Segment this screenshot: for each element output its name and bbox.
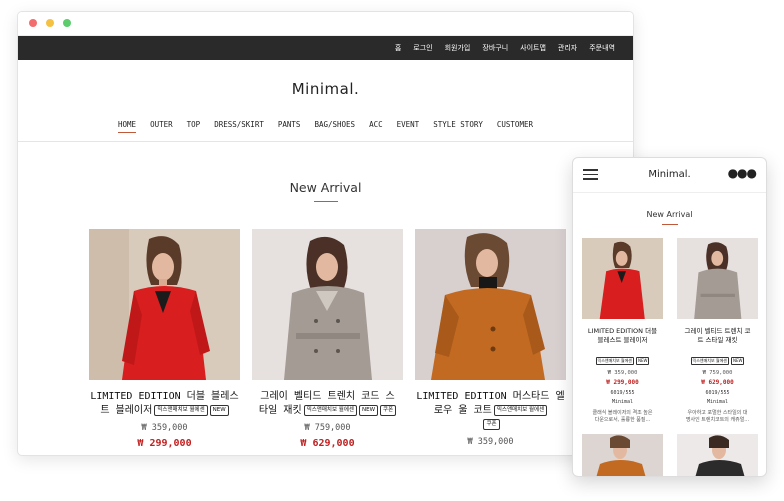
product-price: ₩ 759,000 xyxy=(304,423,351,433)
main-navigation: HOME OUTER TOP DRESS/SKIRT PANTS BAG/SHO… xyxy=(18,112,633,142)
mobile-section-title-underline xyxy=(661,224,678,225)
close-window-dot[interactable] xyxy=(29,19,37,27)
mobile-product-sale-price: ₩ 629,000 xyxy=(701,379,734,386)
topbar-link-sitemap[interactable]: 사이트맵 xyxy=(520,43,546,53)
nav-item-bag-shoes[interactable]: BAG/SHOES xyxy=(314,112,355,141)
mobile-site-logo[interactable]: Minimal. xyxy=(648,158,690,180)
mobile-product-image-grey-trench[interactable] xyxy=(677,238,758,319)
mobile-product-tags: 믹스앤매치보 월에센 NEW xyxy=(677,347,758,366)
mobile-product-brand: Minimal xyxy=(706,399,729,405)
mobile-product-desc-line1: 우아하고 포멀한 스타일의 대 xyxy=(687,410,748,416)
product-tag: NEW xyxy=(358,404,379,416)
mobile-product-tags: 믹스앤매치보 월에센 NEW xyxy=(582,347,663,366)
nav-item-top[interactable]: TOP xyxy=(187,112,201,141)
product-tag: 믹스앤매치보 월에센 xyxy=(595,357,634,365)
section-title: New Arrival xyxy=(289,180,362,195)
mobile-product-name-line1: 그레이 벨티드 트렌치 코 xyxy=(684,327,751,335)
product-name-line2: 트 블레이저 xyxy=(100,405,153,416)
product-card[interactable]: 그레이 벨티드 트렌치 코드 스 타일 재킷 믹스앤매치보 월에센 NEW 쿠폰 ₩ … xyxy=(252,229,403,449)
mobile-product-card[interactable]: LIMITED EDITION 더블 블레스트 블레이저 믹스앤매치보 월에센 N… xyxy=(582,238,663,424)
product-tag: NEW xyxy=(730,357,745,365)
topbar-link-cart[interactable]: 장바구니 xyxy=(482,43,508,53)
product-tag: NEW xyxy=(209,404,229,416)
topbar-link-orders[interactable]: 주문내역 xyxy=(589,43,615,53)
top-utility-bar: 홈 로그인 회원가입 장바구니 사이트맵 관리자 주문내역 xyxy=(18,36,633,60)
mobile-product-name-line2: 트 스타일 재킷 xyxy=(697,336,738,344)
product-image-grey-trench[interactable] xyxy=(252,229,403,380)
product-card[interactable]: LIMITED EDITION 더블 블레스 트 블레이저 믹스앤매치보 월에센 N… xyxy=(89,229,240,449)
nav-item-style-story[interactable]: STYLE STORY xyxy=(433,112,483,141)
product-tag: 쿠폰 xyxy=(483,418,500,430)
product-card[interactable]: LIMITED EDITION 머스타드 엘 로우 울 코트 믹스앤매치보 월에센… xyxy=(415,229,566,449)
product-tag: 믹스앤매치보 월에센 xyxy=(690,357,729,365)
mobile-product-card[interactable]: 그레이 벨티드 트렌치 코 트 스타일 재킷 믹스앤매치보 월에센 NEW ₩ 7… xyxy=(677,238,758,424)
product-tag: 믹스앤매치보 월에센 xyxy=(493,404,548,416)
product-name-line1: LIMITED EDITION 더블 블레스 xyxy=(90,391,239,402)
site-logo[interactable]: Minimal. xyxy=(18,60,633,112)
mobile-product-brand: Minimal xyxy=(611,399,634,405)
topbar-link-admin[interactable]: 관리자 xyxy=(558,43,577,53)
mobile-product-description: 우아하고 포멀한 스타일의 대 명사인 트렌치코트의 캐쥬얼... xyxy=(677,410,758,424)
mobile-product-description: 클래식 블레이저의 격조 높은 다운으로서, 훌륭한 품질... xyxy=(582,410,663,424)
mobile-product-price: ₩ 759,000 xyxy=(702,370,733,376)
mobile-header: Minimal. ●●● xyxy=(573,158,766,193)
mobile-product-sale-price: ₩ 299,000 xyxy=(606,379,639,386)
mobile-product-price: ₩ 359,000 xyxy=(607,370,638,376)
mobile-product-name[interactable]: 그레이 벨티드 트렌치 코 트 스타일 재킷 xyxy=(677,327,758,345)
nav-item-customer[interactable]: CUSTOMER xyxy=(497,112,533,141)
mobile-product-image-dark-coat[interactable] xyxy=(677,434,758,476)
product-price: ₩ 359,000 xyxy=(467,437,514,447)
product-name-line2: 타일 재킷 xyxy=(258,405,302,416)
mobile-product-name-line2: 블레스트 블레이저 xyxy=(597,336,648,344)
product-name-line1: 그레이 벨티드 트렌치 코드 스 xyxy=(260,391,395,402)
product-image-mustard-coat[interactable] xyxy=(415,229,566,380)
nav-item-outer[interactable]: OUTER xyxy=(150,112,173,141)
mobile-product-desc-line2: 다운으로서, 훌륭한 품질... xyxy=(594,417,651,423)
product-price: ₩ 359,000 xyxy=(141,423,188,433)
mobile-product-grid: LIMITED EDITION 더블 블레스트 블레이저 믹스앤매치보 월에센 N… xyxy=(582,238,758,424)
product-name-line1: LIMITED EDITION 머스타드 엘 xyxy=(416,391,565,402)
product-name[interactable]: 그레이 벨티드 트렌치 코드 스 타일 재킷 믹스앤매치보 월에센 NEW 쿠폰 xyxy=(252,390,403,418)
nav-item-home[interactable]: HOME xyxy=(118,112,137,141)
product-name-line2: 로우 울 코트 xyxy=(433,405,492,416)
menu-icon[interactable] xyxy=(583,169,598,180)
product-tag: 쿠폰 xyxy=(380,404,397,416)
mobile-product-code: 6019/555 xyxy=(610,390,635,396)
product-name[interactable]: LIMITED EDITION 머스타드 엘 로우 울 코트 믹스앤매치보 월에센… xyxy=(415,390,566,432)
product-sale-price: ₩ 299,000 xyxy=(137,438,192,449)
mobile-product-code: 6019/555 xyxy=(705,390,730,396)
product-tag: 믹스앤매치보 월에센 xyxy=(154,404,208,416)
more-options-icon[interactable]: ●●● xyxy=(728,166,757,180)
product-image-red-blazer[interactable] xyxy=(89,229,240,380)
nav-item-dress-skirt[interactable]: DRESS/SKIRT xyxy=(214,112,264,141)
product-sale-price: ₩ 629,000 xyxy=(300,438,355,449)
product-tag: NEW xyxy=(635,357,650,365)
nav-item-event[interactable]: EVENT xyxy=(397,112,420,141)
nav-item-pants[interactable]: PANTS xyxy=(278,112,301,141)
mobile-product-grid-row2 xyxy=(582,434,766,476)
product-tag: 믹스앤매치보 월에센 xyxy=(303,404,357,416)
nav-item-acc[interactable]: ACC xyxy=(369,112,383,141)
mobile-product-name[interactable]: LIMITED EDITION 더블 블레스트 블레이저 xyxy=(582,327,663,345)
mobile-device-frame: Minimal. ●●● New Arrival LIMITED EDITION… xyxy=(572,157,767,477)
mobile-product-desc-line1: 클래식 블레이저의 격조 높은 xyxy=(592,410,653,416)
mobile-product-image-mustard-coat[interactable] xyxy=(582,434,663,476)
mobile-product-name-line1: LIMITED EDITION 더블 xyxy=(587,327,658,335)
desktop-browser-window: 홈 로그인 회원가입 장바구니 사이트맵 관리자 주문내역 Minimal. H… xyxy=(17,11,634,456)
mobile-section-title: New Arrival xyxy=(646,210,693,219)
product-name[interactable]: LIMITED EDITION 더블 블레스 트 블레이저 믹스앤매치보 월에센 N… xyxy=(89,390,240,418)
browser-titlebar xyxy=(18,12,633,36)
mobile-product-image-red-blazer[interactable] xyxy=(582,238,663,319)
maximize-window-dot[interactable] xyxy=(63,19,71,27)
section-title-underline xyxy=(313,201,338,202)
mobile-product-desc-line2: 명사인 트렌치코트의 캐쥬얼... xyxy=(685,417,750,423)
topbar-link-home[interactable]: 홈 xyxy=(395,43,401,53)
topbar-link-login[interactable]: 로그인 xyxy=(413,43,432,53)
topbar-link-join[interactable]: 회원가입 xyxy=(445,43,471,53)
product-grid: LIMITED EDITION 더블 블레스 트 블레이저 믹스앤매치보 월에센 N… xyxy=(89,229,566,449)
minimize-window-dot[interactable] xyxy=(46,19,54,27)
